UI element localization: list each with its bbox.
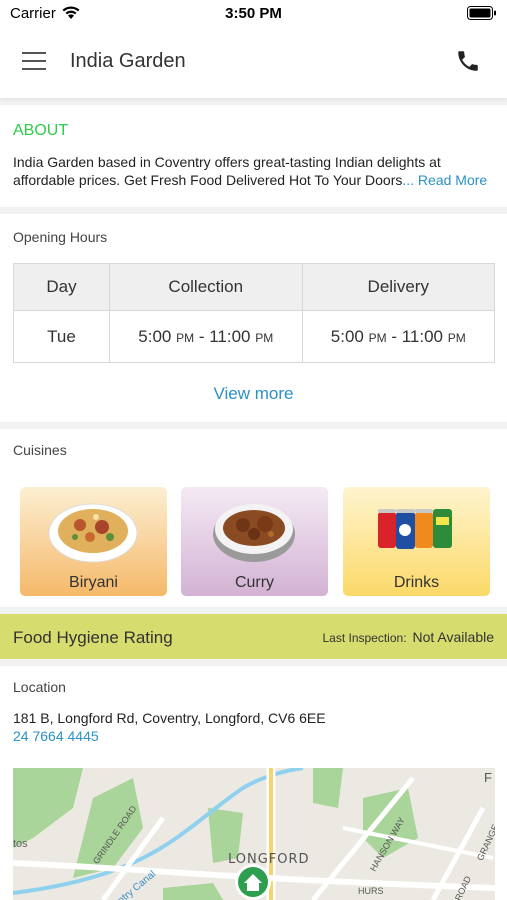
map-label: HURS bbox=[358, 886, 384, 896]
cuisine-name: Biryani bbox=[69, 574, 118, 591]
delivery-separator: - bbox=[386, 326, 402, 346]
inspection-label: Last Inspection: bbox=[322, 631, 407, 645]
map-label-area: LONGFORD bbox=[228, 852, 310, 867]
inspection-value: Not Available bbox=[412, 629, 494, 645]
about-text: India Garden based in Coventry offers gr… bbox=[13, 153, 498, 189]
soda-cans-icon bbox=[378, 509, 452, 549]
hamburger-menu-icon[interactable] bbox=[22, 52, 48, 72]
cuisines-label: Cuisines bbox=[13, 442, 67, 458]
cuisines-section: Cuisines Biryani Curry Drinks bbox=[0, 429, 507, 607]
phone-icon[interactable] bbox=[455, 48, 481, 74]
table-header-row: Day Collection Delivery bbox=[13, 263, 495, 311]
cuisine-tile-curry[interactable]: Curry bbox=[181, 487, 328, 596]
delivery-open-time: 5:00 bbox=[330, 326, 364, 346]
header-delivery: Delivery bbox=[301, 263, 495, 311]
collection-open-suffix: PM bbox=[176, 330, 195, 345]
biryani-plate-icon bbox=[48, 503, 138, 563]
row-delivery-hours: 5:00 PM - 11:00 PM bbox=[301, 310, 495, 363]
about-description: India Garden based in Coventry offers gr… bbox=[13, 154, 441, 188]
opening-hours-section: Opening Hours Day Collection Delivery Tu… bbox=[0, 214, 507, 422]
delivery-close-time: 11:00 bbox=[401, 326, 443, 346]
cuisine-tile-drinks[interactable]: Drinks bbox=[343, 487, 490, 596]
map-graphic bbox=[13, 768, 495, 900]
address-text: 181 B, Longford Rd, Coventry, Longford, … bbox=[13, 710, 326, 726]
view-more-link[interactable]: View more bbox=[0, 384, 507, 404]
last-inspection: Last Inspection: Not Available bbox=[322, 629, 494, 645]
row-day: Tue bbox=[13, 310, 110, 363]
cuisine-name: Drinks bbox=[393, 574, 440, 591]
read-more-link[interactable]: ... Read More bbox=[402, 172, 487, 188]
location-map[interactable]: LONGFORD tos GRINDLE ROAD ntry Canal HAN… bbox=[13, 768, 495, 900]
curry-bowl-icon bbox=[213, 504, 295, 562]
about-heading: ABOUT bbox=[13, 122, 69, 139]
map-label: tos bbox=[13, 838, 28, 850]
header-collection: Collection bbox=[109, 263, 303, 311]
battery-icon bbox=[467, 6, 496, 20]
delivery-open-suffix: PM bbox=[368, 330, 387, 345]
table-row: Tue 5:00 PM - 11:00 PM 5:00 PM - 11:00 P… bbox=[13, 310, 495, 363]
header-day: Day bbox=[13, 263, 110, 311]
restaurant-title: India Garden bbox=[70, 50, 186, 72]
location-label: Location bbox=[13, 679, 66, 695]
delivery-close-suffix: PM bbox=[447, 330, 466, 345]
collection-close-time: 11:00 bbox=[209, 326, 251, 346]
map-label: F bbox=[484, 770, 492, 785]
collection-close-suffix: PM bbox=[255, 330, 274, 345]
cuisine-tile-biryani[interactable]: Biryani bbox=[20, 487, 167, 596]
hygiene-rating-bar: Food Hygiene Rating Last Inspection: Not … bbox=[0, 614, 507, 659]
status-bar: Carrier 3:50 PM bbox=[0, 0, 507, 28]
nav-bar: India Garden bbox=[0, 28, 507, 98]
collection-open-time: 5:00 bbox=[138, 326, 172, 346]
status-time: 3:50 PM bbox=[225, 5, 282, 22]
location-section: Location 181 B, Longford Rd, Coventry, L… bbox=[0, 666, 507, 900]
cuisine-name: Curry bbox=[234, 574, 275, 591]
about-section: ABOUT India Garden based in Coventry off… bbox=[0, 105, 507, 207]
collection-separator: - bbox=[194, 326, 210, 346]
opening-hours-table: Day Collection Delivery Tue 5:00 PM - 11… bbox=[13, 263, 495, 363]
phone-number-link[interactable]: 24 7664 4445 bbox=[13, 728, 99, 744]
row-collection-hours: 5:00 PM - 11:00 PM bbox=[109, 310, 303, 363]
hygiene-title: Food Hygiene Rating bbox=[13, 628, 173, 647]
opening-hours-label: Opening Hours bbox=[13, 229, 108, 245]
